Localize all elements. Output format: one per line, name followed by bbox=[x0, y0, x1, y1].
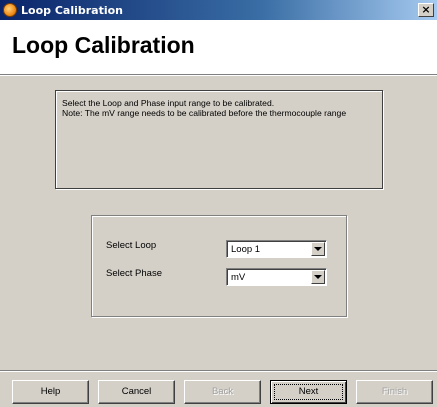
button-separator bbox=[0, 370, 437, 372]
selection-group: Select Loop Loop 1 Select Phase mV bbox=[91, 215, 347, 317]
chevron-down-icon bbox=[314, 275, 322, 279]
back-button[interactable]: Back bbox=[184, 380, 261, 404]
chevron-down-icon bbox=[314, 247, 322, 251]
instruction-text: Select the Loop and Phase input range to… bbox=[62, 98, 275, 108]
page-title: Loop Calibration bbox=[12, 32, 195, 58]
next-button[interactable]: Next bbox=[270, 380, 347, 404]
phase-select[interactable]: mV bbox=[226, 268, 327, 286]
finish-button[interactable]: Finish bbox=[356, 380, 433, 404]
cancel-button[interactable]: Cancel bbox=[98, 380, 175, 404]
phase-select-value: mV bbox=[231, 272, 246, 283]
instructions-box: Select the Loop and Phase input range to… bbox=[55, 90, 383, 189]
note-text: Note: The mV range needs to be calibrate… bbox=[62, 108, 347, 118]
close-button[interactable]: × bbox=[418, 3, 434, 17]
page-header: Loop Calibration bbox=[0, 20, 437, 75]
loop-select[interactable]: Loop 1 bbox=[226, 240, 327, 258]
loop-select-value: Loop 1 bbox=[231, 244, 261, 255]
app-icon bbox=[3, 3, 17, 17]
title-bar: Loop Calibration × bbox=[0, 0, 437, 20]
phase-dropdown-button[interactable] bbox=[311, 270, 325, 284]
loop-dropdown-button[interactable] bbox=[311, 242, 325, 256]
focus-rectangle bbox=[274, 384, 343, 400]
loop-label: Select Loop bbox=[106, 240, 157, 251]
phase-label: Select Phase bbox=[106, 268, 162, 279]
header-divider bbox=[0, 75, 437, 76]
window-title: Loop Calibration bbox=[21, 3, 124, 17]
help-button[interactable]: Help bbox=[12, 380, 89, 404]
